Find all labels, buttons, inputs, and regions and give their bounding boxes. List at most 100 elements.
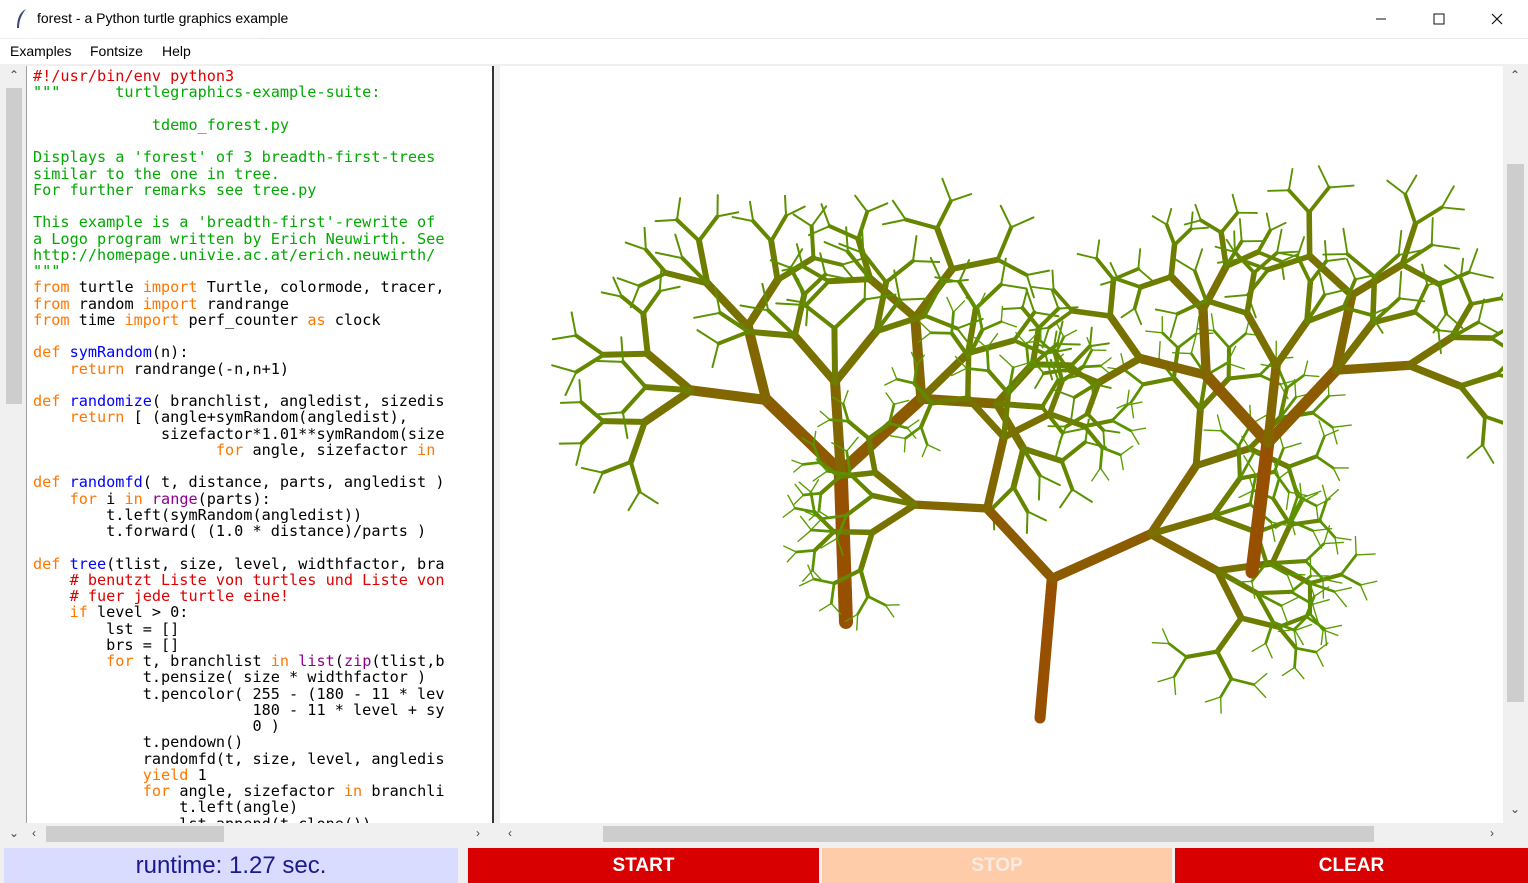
tree-branch [600, 291, 623, 298]
clear-button[interactable]: CLEAR [1175, 848, 1528, 883]
tree-branch [1169, 312, 1179, 338]
tree-branch [1038, 474, 1061, 487]
tree-branch [1281, 666, 1296, 677]
menu-examples[interactable]: Examples [10, 43, 71, 59]
code-line: # fuer jede turtle eine! [33, 588, 289, 604]
minimize-button[interactable] [1352, 0, 1410, 38]
tree-branch [782, 507, 796, 518]
tree-branch [856, 595, 870, 616]
canvas-vertical-thumb[interactable] [1507, 164, 1524, 702]
tree-branch [958, 259, 971, 283]
tree-branch [1286, 454, 1319, 469]
menu-help[interactable]: Help [162, 43, 191, 59]
code-line: def tree(tlist, size, level, widthfactor… [33, 556, 445, 572]
tree-branch [863, 266, 867, 301]
tree-branch [1325, 488, 1340, 501]
scroll-left-icon[interactable]: ‹ [26, 826, 42, 840]
tree-branch [797, 529, 812, 543]
code-line: """ [33, 263, 60, 279]
tree-branch [627, 490, 641, 512]
tree-branch [1130, 430, 1140, 445]
code-horizontal-thumb[interactable] [46, 826, 224, 842]
canvas-scroll-right-icon[interactable]: › [1484, 826, 1500, 840]
tree-branch [1132, 285, 1143, 311]
tree-branch [1331, 424, 1352, 429]
code-vertical-thumb[interactable] [6, 88, 22, 404]
tree-branch [1359, 584, 1368, 601]
code-token: angle, sizefactor [243, 440, 418, 459]
tree-branch [1130, 427, 1147, 432]
tree-branch [1172, 227, 1193, 247]
code-horizontal-scrollbar[interactable]: ‹ › [26, 824, 491, 844]
canvas-horizontal-thumb[interactable] [603, 826, 1374, 842]
code-vertical-scrollbar[interactable]: ⌃ ⌄ [4, 66, 24, 840]
scroll-right-icon[interactable]: › [470, 826, 486, 840]
minimize-icon [1376, 18, 1386, 20]
tree-branch [1203, 429, 1223, 432]
code-editor[interactable]: #!/usr/bin/env python3 """ turtlegraphics… [26, 66, 494, 823]
maximize-button[interactable] [1410, 0, 1468, 38]
tree-branch [1437, 282, 1449, 316]
tree-branch [596, 359, 625, 363]
tree-branch [1137, 267, 1155, 283]
tree-branch [1171, 351, 1192, 355]
tree-branch [1034, 372, 1045, 389]
tree-branch [935, 198, 953, 231]
tree-branch [1331, 426, 1338, 445]
tree-branch [1303, 374, 1320, 378]
tree-branch [1059, 458, 1075, 492]
code-token: http://homepage.univie.ac.at/erich.neuwi… [33, 245, 436, 264]
canvas-scroll-up-icon[interactable]: ⌃ [1507, 68, 1523, 82]
tree-branch [1089, 342, 1110, 348]
canvas-vertical-scrollbar[interactable]: ⌃ ⌄ [1504, 66, 1526, 823]
close-button[interactable] [1468, 0, 1526, 38]
tree-branch [805, 279, 831, 306]
tree-branch [1468, 248, 1479, 274]
tree-branch [1324, 624, 1343, 630]
tree-branch [564, 371, 578, 397]
canvas-scroll-left-icon[interactable]: ‹ [502, 826, 518, 840]
scroll-down-icon[interactable]: ⌄ [6, 826, 22, 840]
tree-branch [846, 436, 859, 452]
turtle-canvas[interactable] [500, 66, 1503, 823]
tree-branch [1116, 277, 1143, 289]
tree-branch [802, 491, 823, 497]
tree-branch [1145, 330, 1164, 334]
tree-branch [802, 272, 828, 297]
tree-branch [1129, 382, 1145, 404]
scroll-up-icon[interactable]: ⌃ [6, 68, 22, 82]
tree-branch [1204, 696, 1222, 703]
tree-branch [893, 399, 910, 405]
tree-branch [742, 321, 772, 405]
start-button[interactable]: START [468, 848, 819, 883]
tree-branch [1063, 329, 1078, 338]
tree-branch [1168, 242, 1178, 280]
tree-branch [1041, 367, 1071, 376]
canvas-horizontal-scrollbar[interactable]: ‹ › [500, 824, 1503, 844]
tree-branch [1386, 179, 1407, 196]
tree-branch [1333, 590, 1348, 608]
tree-branch [1243, 309, 1280, 370]
tree-branch [1099, 467, 1110, 481]
tree-branch [675, 197, 682, 221]
tree-branch [952, 300, 966, 313]
stop-button[interactable]: STOP [822, 848, 1172, 883]
canvas-scroll-down-icon[interactable]: ⌄ [1507, 802, 1523, 816]
tree-branch [1339, 573, 1362, 587]
tree-branch [794, 483, 805, 496]
code-line: http://homepage.univie.ac.at/erich.neuwi… [33, 247, 435, 263]
tree-branch [1270, 559, 1308, 566]
tree-branch [1332, 467, 1341, 482]
tree-branch [1315, 455, 1335, 470]
tree-branch [1323, 429, 1339, 437]
tree-branch [1269, 221, 1287, 232]
tree-branch [1466, 443, 1484, 459]
tree-branch [1480, 414, 1487, 447]
tree-branch [1011, 485, 1030, 514]
code-line: """ turtlegraphics-example-suite: [33, 84, 380, 100]
tree-branch [1315, 642, 1329, 653]
tree-branch [716, 329, 751, 346]
menu-fontsize[interactable]: Fontsize [90, 43, 143, 59]
code-token: randrange(-n,n+1) [124, 359, 290, 378]
tree-branch [1339, 553, 1358, 576]
